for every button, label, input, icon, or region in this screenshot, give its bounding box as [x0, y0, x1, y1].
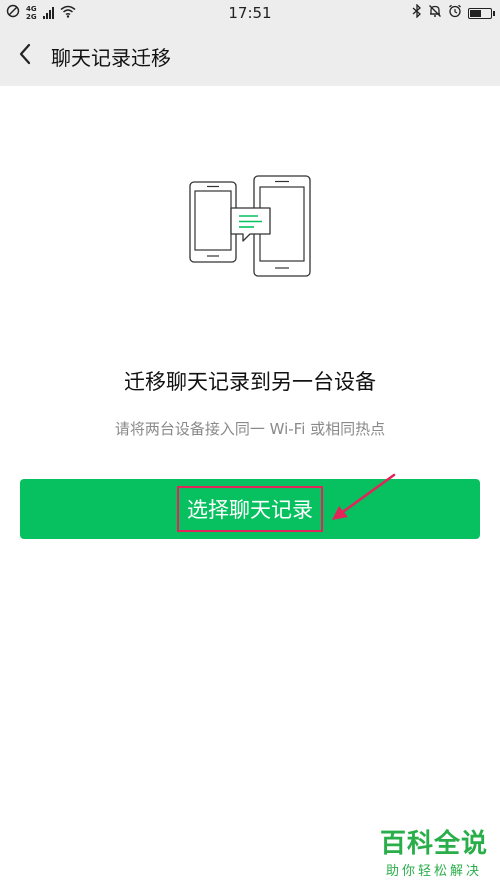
- watermark-subtitle: 助你轻松解决: [385, 864, 482, 879]
- watermark: 百科全说 助你轻松解决: [380, 823, 488, 879]
- alarm-icon: [448, 4, 462, 22]
- page-title: 聊天记录迁移: [51, 45, 171, 70]
- status-bar: 4G 2G 17:51: [0, 0, 500, 26]
- nav-bar: 聊天记录迁移: [0, 26, 500, 86]
- battery-icon: [468, 7, 495, 19]
- select-chat-records-label: 选择聊天记录: [177, 486, 323, 532]
- back-button[interactable]: [0, 26, 50, 86]
- screen: 4G 2G 17:51 聊天记录迁移 迁移聊天记录到另一台设备 请将两台设备接入…: [0, 0, 500, 889]
- chevron-left-icon: [18, 43, 32, 69]
- mute-bell-icon: [428, 4, 442, 22]
- battery-level: [470, 9, 481, 17]
- status-right: [412, 3, 495, 23]
- bluetooth-icon: [412, 3, 422, 22]
- annotation-arrow-icon: [332, 473, 396, 520]
- select-chat-records-button[interactable]: 选择聊天记录: [20, 479, 480, 539]
- phone-transfer-icon: [188, 172, 312, 280]
- main-heading: 迁移聊天记录到另一台设备: [124, 370, 376, 394]
- subtitle-text: 请将两台设备接入同一 Wi-Fi 或相同热点: [114, 420, 386, 438]
- watermark-title: 百科全说: [379, 829, 488, 859]
